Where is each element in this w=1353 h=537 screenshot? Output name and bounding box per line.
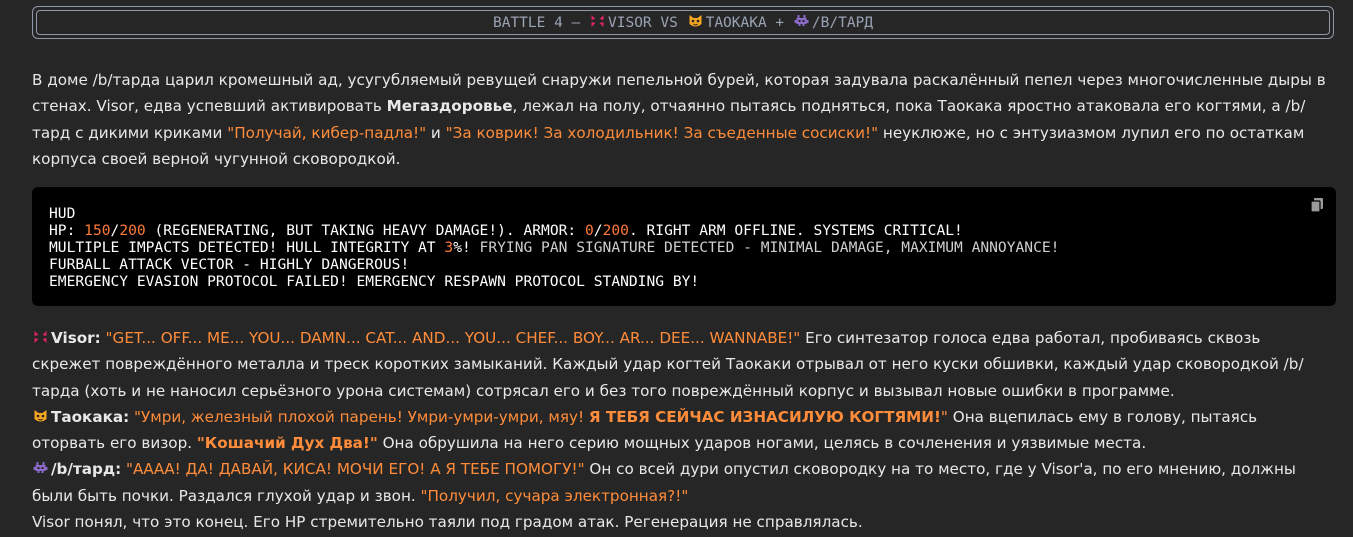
alien-monster-emoji-icon <box>794 15 809 26</box>
speaker-btard: /b/тард: <box>51 460 122 479</box>
hud-line1-end: . RIGHT ARM OFFLINE. SYSTEMS CRITICAL! <box>628 222 963 239</box>
btard-quote-2: "Получил, сучара электронная?!" <box>420 486 689 505</box>
taokaka-quote-2: "Кошачий Дух Два!" <box>196 434 378 453</box>
hud-line2-end: FRYING PAN SIGNATURE DETECTED - MINIMAL … <box>470 239 1060 256</box>
hud-text: HUD HP: 150/200 (REGENERATING, BUT TAKIN… <box>49 205 1059 290</box>
banner-prefix: BATTLE 4 – <box>492 15 590 31</box>
hud-line3: FURBALL ATTACK VECTOR - HIGHLY DANGEROUS… <box>49 256 410 273</box>
intro-quote-2: "За коврик! За холодильник! За съеденные… <box>445 123 879 142</box>
banner-p3: /B/ТАРД <box>811 15 874 31</box>
battle-banner: BATTLE 4 – VISOR VS TAOKAKA + /B/ТАРД <box>32 6 1334 39</box>
hud-hp-max: 200 <box>119 222 146 239</box>
intro-quote-1: "Получай, кибер-падла!" <box>227 123 427 142</box>
hud-hp-value: 150 <box>84 222 111 239</box>
hud-hull-value: 3 <box>444 239 454 256</box>
banner-p1: VISOR <box>608 15 652 31</box>
hud-line1-mid: (REGENERATING, BUT TAKING HEAVY DAMAGE!)… <box>145 222 585 239</box>
hud-armor-value: 0 <box>584 222 594 239</box>
btard-quote: "АААА! ДА! ДАВАЙ, КИСА! МОЧИ ЕГО! А Я ТЕ… <box>121 460 585 479</box>
intro-bold: Мегаздоровье <box>386 97 513 116</box>
taokaka-quote-1-end: " <box>940 407 948 426</box>
hud-line2-start: MULTIPLE IMPACTS DETECTED! HULL INTEGRIT… <box>49 239 445 256</box>
anger-emoji-icon <box>591 15 604 27</box>
copy-icon[interactable] <box>1308 196 1326 214</box>
banner-vs: VS <box>651 15 687 31</box>
speaker-visor: Visor: <box>51 329 101 347</box>
speaker-taokaka: Таокака: <box>51 407 130 426</box>
taokaka-text-2: Она обрушила на него серию мощных ударов… <box>377 434 1147 453</box>
story-ending: Visor понял, что это конец. Его HP стрем… <box>32 513 863 532</box>
banner-p2: TAOKAKA <box>705 15 767 31</box>
hud-title: HUD <box>49 205 76 222</box>
taokaka-quote-1-bold: Я ТЕБЯ СЕЙЧАС ИЗНАСИЛУЮ КОГТЯМИ! <box>588 407 941 426</box>
hud-armor-max: 200 <box>602 222 629 239</box>
hud-code-block: HUD HP: 150/200 (REGENERATING, BUT TAKIN… <box>32 187 1336 306</box>
anger-emoji-icon <box>34 331 47 343</box>
intro-text-3: и <box>426 123 446 142</box>
story-paragraph: Visor: "GET... OFF... ME... YOU... DAMN.… <box>32 325 1332 535</box>
cat-emoji-icon <box>689 15 702 27</box>
intro-paragraph: В доме /b/тарда царил кромешный ад, усуг… <box>32 67 1332 172</box>
hud-hull-unit: %! <box>453 239 471 256</box>
battle-banner-title: BATTLE 4 – VISOR VS TAOKAKA + /B/ТАРД <box>36 10 1330 35</box>
hud-hp-label: HP: <box>49 222 85 239</box>
hud-slash: / <box>593 222 603 239</box>
alien-monster-emoji-icon <box>33 462 48 474</box>
hud-slash: / <box>110 222 120 239</box>
banner-plus: + <box>766 15 793 31</box>
cat-emoji-icon <box>34 409 47 422</box>
taokaka-quote-1: "Умри, железный плохой парень! Умри-умри… <box>129 407 589 426</box>
hud-line4: EMERGENCY EVASION PROTOCOL FAILED! EMERG… <box>49 273 700 290</box>
visor-quote: "GET... OFF... ME... YOU... DAMN... CAT.… <box>100 329 801 347</box>
